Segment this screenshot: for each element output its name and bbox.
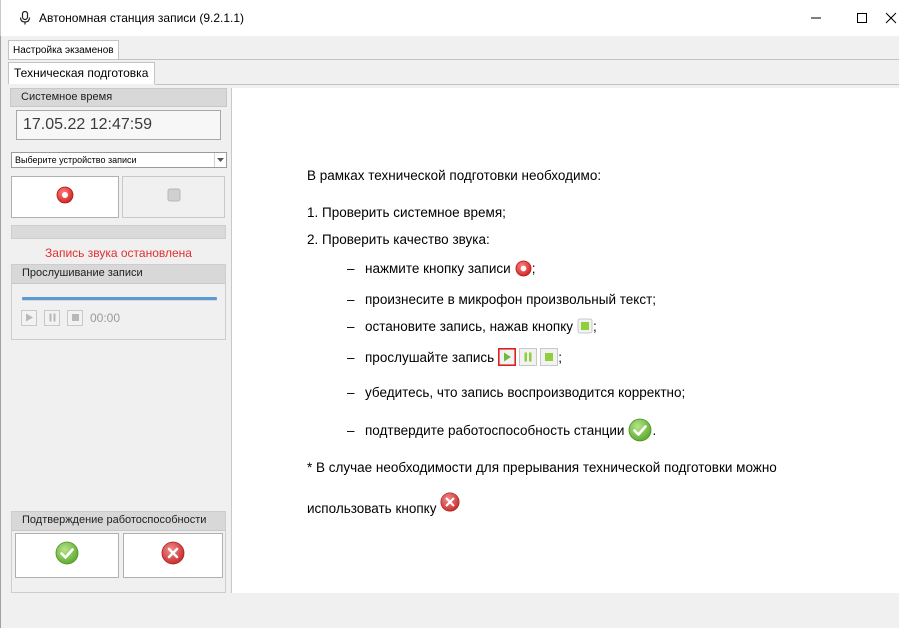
- bullet-text: нажмите кнопку записи: [365, 261, 511, 276]
- bullet-speak: – произнесите в микрофон произвольный те…: [347, 292, 656, 307]
- pause-icon: [519, 348, 538, 366]
- minimize-button[interactable]: [793, 0, 839, 36]
- bullet-suffix: ;: [531, 261, 536, 276]
- stop-icon: [167, 188, 181, 207]
- record-button[interactable]: [11, 176, 119, 218]
- bullet-suffix: ;: [593, 318, 597, 334]
- playback-timer: 00:00: [90, 311, 121, 325]
- bullet-dash: –: [347, 261, 355, 276]
- playback-panel: Прослушивание записи 00:00: [11, 264, 226, 340]
- confirm-cancel-button[interactable]: [123, 533, 223, 578]
- window-title: Автономная станция записи (9.2.1.1): [39, 11, 245, 25]
- stop-button[interactable]: [122, 176, 225, 218]
- bullet-record: – нажмите кнопку записи ;: [347, 260, 535, 277]
- left-panel: Системное время 17.05.22 12:47:59 Выбери…: [10, 88, 227, 593]
- system-time-display: 17.05.22 12:47:59: [16, 110, 221, 140]
- bullet-text: подтвердите работоспособность станции: [365, 422, 625, 438]
- bullet-verify: – убедитесь, что запись воспроизводится …: [347, 385, 685, 400]
- microphone-icon: [17, 10, 33, 26]
- bottom-strip: [8, 593, 899, 628]
- instructions-step-2: 2. Проверить качество звука:: [307, 232, 490, 247]
- bullet-dash: –: [347, 422, 355, 438]
- title-bar: Автономная станция записи (9.2.1.1): [0, 0, 899, 36]
- bullet-dash: –: [347, 318, 355, 334]
- cancel-icon: [161, 541, 185, 570]
- play-icon: [498, 348, 517, 366]
- bullet-confirm: – подтвердите работоспособность станции …: [347, 418, 656, 442]
- check-icon: [628, 418, 652, 442]
- bullet-listen: – прослушайте запись ;: [347, 348, 562, 366]
- play-button[interactable]: [21, 310, 37, 326]
- note-text: использовать кнопку: [307, 500, 437, 516]
- subtab-divider: [155, 84, 899, 85]
- progress-shadow: [22, 300, 217, 301]
- confirm-panel: Подтверждение работоспособности: [11, 511, 226, 593]
- instructions-panel: В рамках технической подготовки необходи…: [231, 88, 899, 593]
- record-icon: [56, 186, 74, 209]
- pause-button[interactable]: [44, 310, 60, 326]
- cancel-icon: [440, 492, 460, 512]
- bullet-stop: – остановите запись, нажав кнопку ;: [347, 318, 597, 334]
- maximize-button[interactable]: [839, 0, 885, 36]
- confirm-header: Подтверждение работоспособности: [12, 512, 225, 531]
- chevron-down-icon[interactable]: [214, 153, 226, 167]
- bullet-text: прослушайте запись: [365, 349, 495, 365]
- recording-status-text: Запись звука остановлена: [45, 246, 192, 260]
- system-time-header: Системное время: [10, 88, 227, 107]
- stop-icon: [71, 309, 80, 327]
- bullet-dash: –: [347, 385, 355, 400]
- device-select-value: Выберите устройство записи: [15, 155, 137, 165]
- recording-level-bar: [11, 225, 226, 239]
- tab-technical-preparation[interactable]: Техническая подготовка: [8, 62, 155, 84]
- bullet-dash: –: [347, 292, 355, 307]
- instructions-step-1: 1. Проверить системное время;: [307, 205, 506, 220]
- pause-icon: [48, 309, 57, 327]
- bullet-suffix: ;: [558, 349, 562, 365]
- bullet-text: убедитесь, что запись воспроизводится ко…: [365, 385, 686, 400]
- bullet-suffix: .: [652, 422, 657, 438]
- bullet-text: произнесите в микрофон произвольный текс…: [365, 292, 657, 307]
- record-icon: [515, 260, 532, 277]
- stop-icon: [540, 348, 559, 366]
- close-button[interactable]: [885, 0, 899, 36]
- playback-stop-button[interactable]: [67, 310, 83, 326]
- instructions-intro: В рамках технической подготовки необходи…: [307, 168, 602, 183]
- bullet-dash: –: [347, 349, 355, 365]
- playback-header: Прослушивание записи: [12, 265, 225, 284]
- play-icon: [25, 309, 34, 327]
- note-line-1: * В случае необходимости для прерывания …: [307, 460, 777, 475]
- bullet-text: остановите запись, нажав кнопку: [365, 318, 574, 334]
- confirm-ok-button[interactable]: [15, 533, 119, 578]
- check-icon: [55, 541, 79, 570]
- tab-exam-settings[interactable]: Настройка экзаменов: [8, 40, 119, 60]
- note-line-2: использовать кнопку: [307, 492, 460, 518]
- stop-icon: [577, 318, 593, 334]
- window-left-border: [0, 36, 8, 628]
- recording-device-select[interactable]: Выберите устройство записи: [11, 152, 227, 168]
